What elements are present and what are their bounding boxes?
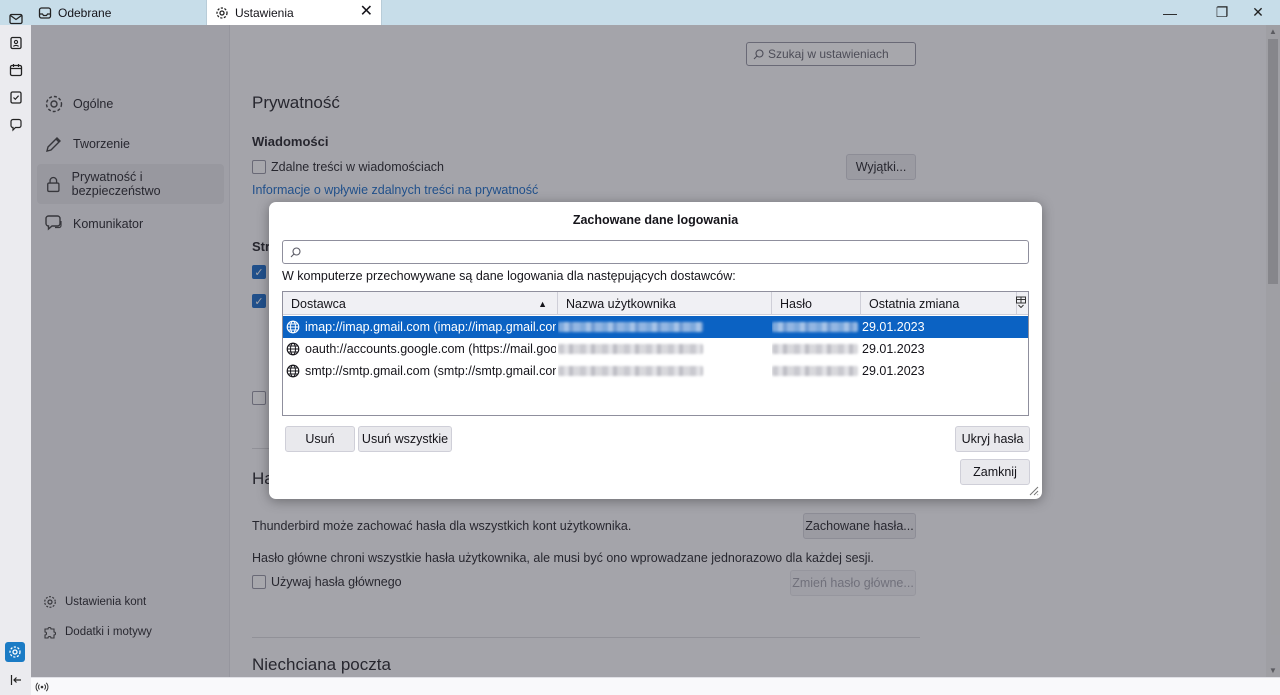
inbox-icon (38, 6, 52, 19)
column-header-label: Dostawca (291, 296, 346, 311)
username-cell (558, 360, 772, 382)
last-changed-cell: 29.01.2023 (862, 364, 925, 378)
globe-icon (286, 342, 300, 356)
status-bar (31, 677, 1280, 695)
provider-cell: smtp://smtp.gmail.com (smtp://smtp.gmail… (286, 360, 556, 382)
remove-button[interactable]: Usuń (285, 426, 355, 452)
address-book-icon (10, 36, 22, 50)
online-status-icon[interactable] (35, 680, 49, 694)
redacted-password (772, 344, 858, 354)
collapse-spaces-button[interactable] (6, 670, 26, 690)
close-window-button[interactable]: ✕ (1236, 0, 1280, 25)
redacted-username (558, 366, 703, 376)
username-cell (558, 338, 772, 360)
globe-icon (286, 364, 300, 378)
sort-ascending-icon: ▲ (538, 298, 547, 309)
username-cell (558, 316, 772, 338)
space-mail[interactable] (6, 9, 26, 29)
minimize-button[interactable]: — (1148, 0, 1192, 25)
mail-icon (9, 13, 23, 25)
last-changed-cell: 29.01.2023 (862, 320, 925, 334)
column-header-password[interactable]: Hasło (772, 292, 861, 315)
column-header-label: Nazwa użytkownika (566, 296, 676, 311)
space-settings[interactable] (5, 642, 25, 662)
remove-all-button[interactable]: Usuń wszystkie (358, 426, 452, 452)
space-address-book[interactable] (6, 33, 26, 53)
redacted-username (558, 322, 703, 332)
logins-table: Dostawca ▲ Nazwa użytkownika Hasło Ostat… (282, 291, 1029, 416)
provider-text: oauth://accounts.google.com (https://mai… (305, 342, 556, 356)
column-header-last-changed[interactable]: Ostatnia zmiana (861, 292, 1017, 315)
redacted-username (558, 344, 703, 354)
spaces-toolbar (0, 13, 31, 695)
gear-icon (216, 6, 228, 19)
dialog-description: W komputerze przechowywane są dane logow… (282, 269, 736, 283)
logins-filter-input[interactable] (282, 240, 1029, 264)
password-cell (772, 338, 861, 360)
provider-cell: imap://imap.gmail.com (imap://imap.gmail… (286, 316, 556, 338)
table-row[interactable]: oauth://accounts.google.com (https://mai… (283, 338, 1028, 360)
redacted-password (772, 322, 858, 332)
globe-icon (286, 320, 300, 334)
chat-icon (10, 118, 22, 132)
close-dialog-button[interactable]: Zamknij (960, 459, 1030, 485)
tab-bar: Odebrane Ustawienia ✕ — ❐ ✕ (0, 0, 1280, 25)
space-calendar[interactable] (6, 60, 26, 80)
column-header-label: Ostatnia zmiana (869, 296, 960, 311)
column-picker-icon[interactable] (1016, 296, 1026, 308)
settings-icon (9, 646, 21, 658)
provider-text: smtp://smtp.gmail.com (smtp://smtp.gmail… (305, 364, 556, 378)
column-header-provider[interactable]: Dostawca ▲ (283, 292, 558, 315)
resize-grip-icon[interactable] (1027, 484, 1039, 496)
calendar-icon (9, 64, 23, 77)
search-icon (290, 246, 301, 257)
dialog-title: Zachowane dane logowania (572, 213, 739, 227)
last-changed-cell: 29.01.2023 (862, 342, 925, 356)
column-header-username[interactable]: Nazwa użytkownika (558, 292, 772, 315)
table-row[interactable]: smtp://smtp.gmail.com (smtp://smtp.gmail… (283, 360, 1028, 382)
column-header-label: Hasło (780, 296, 812, 311)
tab-inbox-label: Odebrane (58, 5, 112, 20)
space-tasks[interactable] (6, 87, 26, 107)
logins-table-header: Dostawca ▲ Nazwa użytkownika Hasło Ostat… (283, 292, 1028, 315)
tasks-icon (10, 91, 22, 104)
tab-settings-label: Ustawienia (235, 5, 294, 20)
provider-cell: oauth://accounts.google.com (https://mai… (286, 338, 556, 360)
collapse-icon (10, 675, 21, 685)
tab-inbox[interactable]: Odebrane (32, 0, 204, 25)
table-row[interactable]: imap://imap.gmail.com (imap://imap.gmail… (283, 316, 1028, 338)
redacted-password (772, 366, 858, 376)
close-tab-icon[interactable]: ✕ (360, 4, 373, 20)
hide-passwords-button[interactable]: Ukryj hasła (955, 426, 1030, 452)
password-cell (772, 360, 861, 382)
tab-settings[interactable]: Ustawienia ✕ (206, 0, 382, 25)
password-cell (772, 316, 861, 338)
space-chat[interactable] (6, 115, 26, 135)
provider-text: imap://imap.gmail.com (imap://imap.gmail… (305, 320, 556, 334)
saved-logins-dialog: Zachowane dane logowania W komputerze pr… (269, 202, 1042, 499)
